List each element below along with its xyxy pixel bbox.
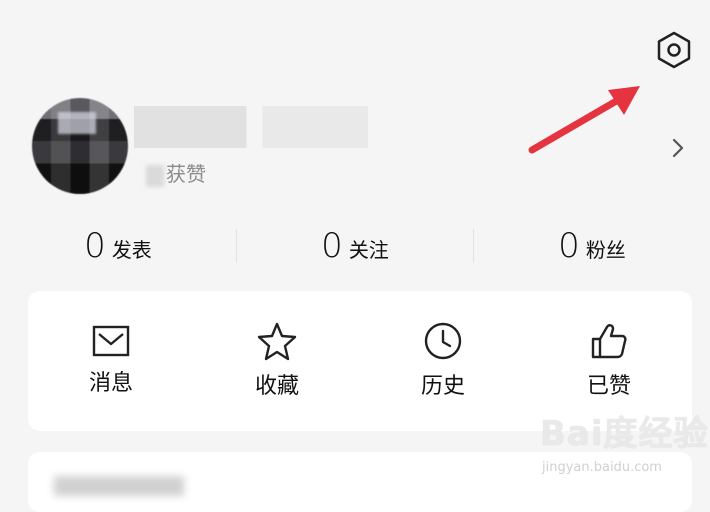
avatar[interactable]: [32, 98, 128, 194]
stat-followers-value: 0: [558, 226, 580, 266]
watermark: Bai度经验 jingyan.baidu.com: [540, 406, 710, 488]
action-history-label: 历史: [420, 374, 465, 399]
action-history[interactable]: 历史: [360, 291, 526, 431]
stat-followers[interactable]: 0 粉丝: [474, 226, 710, 266]
profile-subtitle: 获赞: [146, 160, 236, 188]
stat-posts-label: 发表: [111, 238, 152, 262]
stat-following[interactable]: 0 关注: [237, 226, 473, 266]
watermark-main: Bai度经验: [540, 414, 709, 454]
star-icon: [257, 322, 297, 361]
profile-section[interactable]: 获赞: [28, 92, 708, 202]
settings-button[interactable]: [652, 28, 696, 72]
action-messages[interactable]: 消息: [28, 291, 194, 431]
action-favorites[interactable]: 收藏: [194, 291, 360, 431]
clock-icon: [424, 322, 462, 360]
action-messages-label: 消息: [88, 371, 133, 396]
profile-chevron-button[interactable]: [664, 134, 692, 162]
watermark-sub: jingyan.baidu.com: [542, 460, 662, 475]
username-blurred: [134, 106, 368, 148]
chevron-right-icon: [672, 138, 684, 158]
blurred-text: [146, 164, 164, 187]
subtitle-suffix: 获赞: [166, 162, 206, 186]
stats-row: 0 发表 0 关注 0 粉丝: [0, 220, 710, 272]
hexagon-settings-icon: [657, 31, 691, 69]
stat-following-label: 关注: [348, 238, 389, 262]
stat-following-value: 0: [321, 226, 343, 266]
stat-posts[interactable]: 0 发表: [0, 226, 236, 266]
action-favorites-label: 收藏: [254, 374, 299, 399]
stat-posts-value: 0: [84, 226, 106, 266]
action-liked-label: 已赞: [586, 374, 631, 399]
thumbs-up-icon: [591, 324, 627, 359]
envelope-icon: [92, 325, 130, 357]
stat-followers-label: 粉丝: [585, 238, 626, 262]
blurred-text: [54, 476, 184, 496]
